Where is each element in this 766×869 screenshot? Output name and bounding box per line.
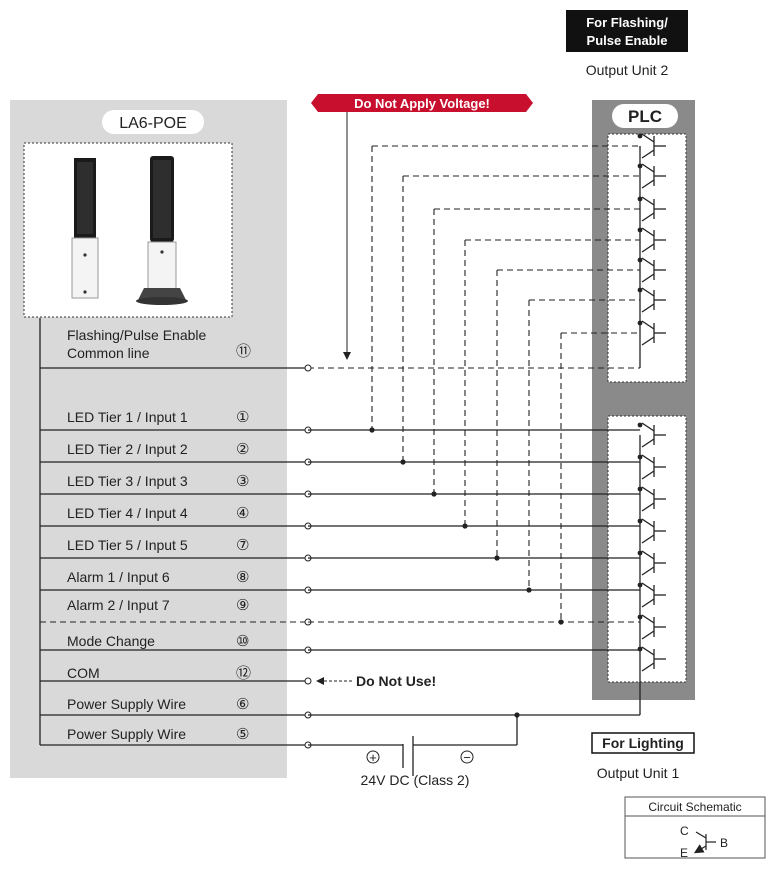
wire-label-10: Power Supply Wire [67,696,186,712]
transistor-node-1 [637,133,643,139]
wire-label-8: Mode Change [67,633,155,649]
signal-tower-image-pole [71,158,99,299]
common-line-num: ⑪ [236,343,251,360]
wire-num-10: ⑥ [236,696,249,713]
product-image-frame [23,142,233,318]
transistor-node-8 [637,422,643,428]
lighting-badge-text: For Lighting [602,735,684,751]
junction-dot-6 [526,587,532,593]
junction-dot-2 [400,459,406,465]
wire-num-2: ② [236,441,249,458]
junction-dot-4 [462,523,468,529]
wire-num-1: ① [236,409,249,426]
common-line-terminal [304,364,312,372]
lighting-caption: Output Unit 1 [597,765,680,781]
power-source [402,736,414,776]
common-line-label-2: Common line [67,345,150,361]
wire-label-4: LED Tier 4 / Input 4 [67,505,188,521]
plc-title: PLC [628,107,662,126]
wiring-diagram: LA6-POE PLC Do Not Apply Voltage! For Fl… [10,10,766,860]
wire-num-9: ⑫ [236,665,251,682]
plus-sign: + [369,750,377,765]
wire-label-5: LED Tier 5 / Input 5 [67,537,188,553]
power-source-label: 24V DC (Class 2) [361,772,470,788]
wire-label-1: LED Tier 1 / Input 1 [67,409,188,425]
junction-dot-3 [431,491,437,497]
minus-sign: − [463,750,471,765]
wire-num-8: ⑩ [236,633,249,650]
wire-label-2: LED Tier 2 / Input 2 [67,441,188,457]
wire-terminal-9 [304,677,312,685]
flashing-caption: Output Unit 2 [586,62,669,78]
wire-num-6: ⑧ [236,569,249,586]
junction-dot-1 [369,427,375,433]
wire-num-5: ⑦ [236,537,249,554]
wire-label-3: LED Tier 3 / Input 3 [67,473,188,489]
wire-num-3: ③ [236,473,249,490]
wire-label-9: COM [67,665,100,681]
do-not-use-text: Do Not Use! [356,673,436,689]
junction-dot-7 [558,619,564,625]
junction-dot-5 [494,555,500,561]
wire-num-7: ⑨ [236,597,249,614]
device-title: LA6-POE [119,115,187,132]
wire-label-11: Power Supply Wire [67,726,186,742]
flashing-badge-line2: Pulse Enable [587,33,668,48]
wire-num-4: ④ [236,505,249,522]
output-unit-1-box [607,415,687,683]
schematic-b-label: B [720,836,728,850]
wire-label-6: Alarm 1 / Input 6 [67,569,170,585]
common-line-label-1: Flashing/Pulse Enable [67,327,207,343]
schematic-c-label: C [680,824,689,838]
do-not-apply-text: Do Not Apply Voltage! [354,96,490,111]
wire-num-11: ⑤ [236,726,249,743]
output-unit-2-box [607,133,687,383]
schematic-title: Circuit Schematic [648,800,741,814]
wire-label-7: Alarm 2 / Input 7 [67,597,170,613]
flashing-badge-line1: For Flashing/ [586,15,668,30]
schematic-e-label: E [680,846,688,860]
